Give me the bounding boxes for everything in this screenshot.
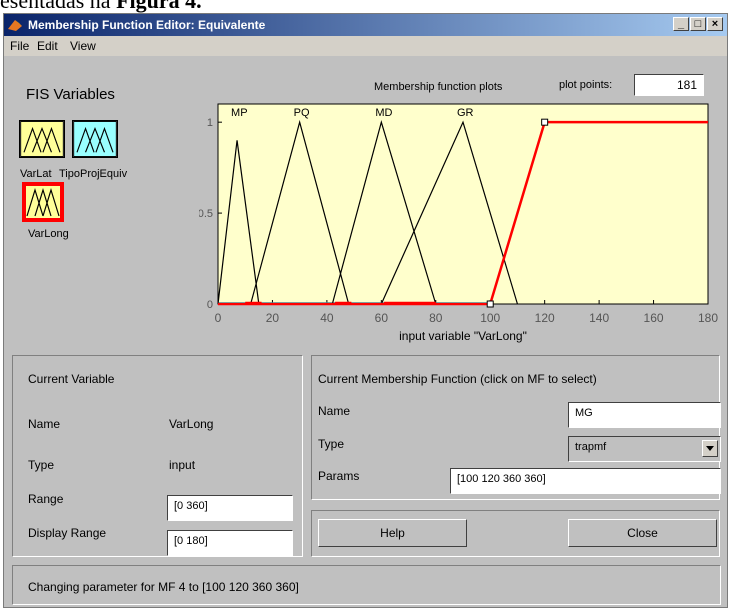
var-icon-tipoprojequiv[interactable] [72, 120, 118, 158]
mf-label-gr: GR [457, 107, 474, 119]
x-tick-label: 80 [429, 311, 443, 325]
plot-points-input[interactable]: 181 [634, 74, 704, 96]
chevron-down-icon [702, 440, 718, 457]
figure-reference: Figura 4. [116, 0, 202, 13]
variable-type-label: Type [28, 458, 55, 472]
mf-type-dropdown[interactable]: trapmf [568, 436, 721, 462]
mf-label-pq: PQ [294, 107, 310, 119]
upper-area: FIS Variables VarLat TipoProjEquiv VarLo… [4, 56, 727, 352]
minimize-button[interactable]: _ [673, 17, 689, 31]
mf-plot[interactable]: 0 0.5 1 0 20 40 60 80 100 120 140 160 180 input varia… [199, 102, 719, 350]
mf-type-value: trapmf [575, 441, 607, 453]
variable-name-label: Name [28, 417, 61, 431]
document-text: esentadas na Figura 4. [0, 0, 202, 14]
help-button[interactable]: Help [318, 519, 467, 547]
document-fragment: esentadas na [0, 0, 117, 13]
variable-type-value: input [169, 458, 196, 472]
display-range-input[interactable]: [0 180] [167, 530, 293, 556]
menu-file[interactable]: File [10, 39, 29, 53]
x-tick-label: 160 [644, 311, 664, 325]
mf-name-label: Name [318, 404, 351, 418]
display-range-label: Display Range [28, 526, 107, 540]
mf-params-input[interactable]: [100 120 360 360] [450, 468, 721, 494]
mf-type-label: Type [318, 437, 345, 451]
x-tick-label: 60 [375, 311, 389, 325]
menu-bar: File Edit View [4, 36, 727, 56]
mf-vertex-handle [486, 300, 494, 308]
matlab-icon [8, 20, 22, 31]
var-icon-varlat[interactable] [19, 120, 65, 158]
range-input[interactable]: [0 360] [167, 495, 293, 521]
status-message: Changing parameter for MF 4 to [100 120 … [28, 580, 299, 594]
mf-label-md: MD [375, 107, 392, 119]
title-bar[interactable]: Membership Function Editor: Equivalente … [4, 14, 727, 36]
close-window-button[interactable]: × [707, 17, 723, 31]
var-label-tipoprojequiv: TipoProjEquiv [59, 168, 128, 180]
x-tick-label: 40 [320, 311, 334, 325]
mf-params-label: Params [318, 469, 360, 483]
y-tick-label: 0.5 [199, 208, 213, 220]
plot-points-label: plot points: [559, 79, 613, 91]
var-label-varlat: VarLat [20, 168, 52, 180]
close-button[interactable]: Close [568, 519, 717, 547]
mf-name-input[interactable]: MG [568, 402, 721, 428]
menu-edit[interactable]: Edit [37, 39, 58, 53]
mf-editor-window: Membership Function Editor: Equivalente … [3, 13, 728, 608]
menu-view[interactable]: View [70, 39, 96, 53]
y-tick-label: 0 [207, 299, 213, 311]
x-tick-label: 140 [589, 311, 609, 325]
x-tick-label: 0 [215, 311, 222, 325]
mf-vertex-handle [541, 118, 549, 126]
plot-area [217, 103, 709, 305]
x-tick-label: 180 [698, 311, 718, 325]
y-tick-label: 1 [207, 117, 213, 129]
range-label: Range [28, 492, 64, 506]
x-tick-label: 20 [266, 311, 280, 325]
x-tick-label: 120 [535, 311, 555, 325]
current-variable-header: Current Variable [28, 372, 115, 386]
x-tick-label: 100 [480, 311, 500, 325]
fis-variables-title: FIS Variables [26, 86, 115, 103]
window-title: Membership Function Editor: Equivalente [28, 18, 266, 32]
x-axis-label: input variable "VarLong" [399, 329, 527, 343]
variable-name-value: VarLong [169, 417, 214, 431]
var-label-varlong: VarLong [28, 228, 69, 240]
mf-label-mp: MP [231, 107, 248, 119]
lower-area: Current Variable Name VarLong Type input… [4, 352, 727, 607]
current-mf-header: Current Membership Function (click on MF… [318, 372, 597, 386]
maximize-button[interactable]: □ [690, 17, 706, 31]
plot-title: Membership function plots [374, 81, 503, 93]
var-icon-varlong[interactable] [22, 182, 64, 222]
